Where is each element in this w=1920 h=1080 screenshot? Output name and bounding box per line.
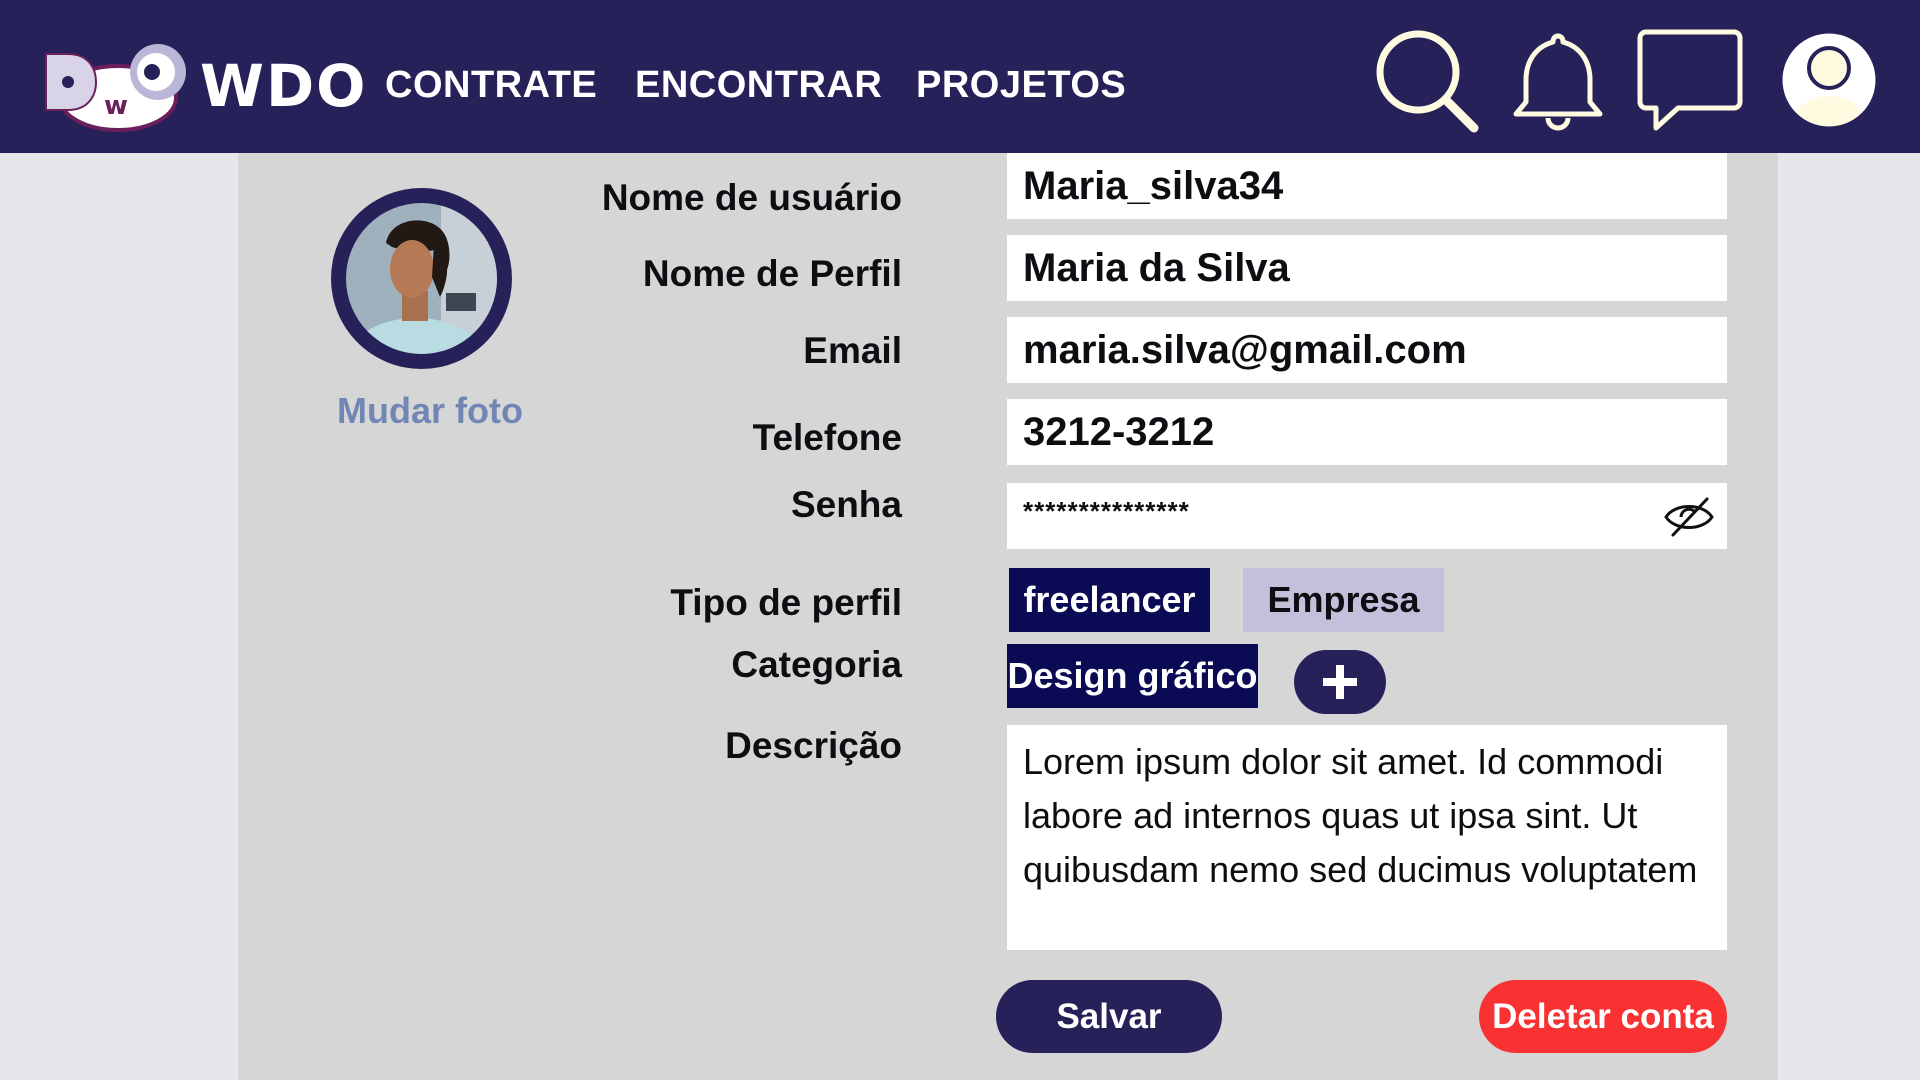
label-category: Categoria [731,644,902,685]
label-phone: Telefone [752,417,902,458]
username-value: Maria_silva34 [1023,164,1284,208]
label-password: Senha [790,484,902,525]
plus-icon [1323,665,1357,699]
change-photo-link[interactable]: Mudar foto [337,390,523,432]
label-profile-name: Nome de Perfil [642,253,902,294]
nav-contrate[interactable]: CONTRATE [385,64,597,107]
label-description: Descrição [725,725,902,766]
label-email: Email [803,330,902,371]
user-icon[interactable] [1777,28,1881,132]
bell-icon[interactable] [1508,28,1608,134]
email-value: maria.silva@gmail.com [1023,328,1467,372]
eye-off-icon[interactable] [1663,495,1715,539]
search-icon[interactable] [1374,28,1480,134]
nav-encontrar[interactable]: ENCONTRAR [635,64,882,107]
profile-type-empresa[interactable]: Empresa [1243,568,1444,632]
profile-name-field[interactable]: Maria da Silva [1007,235,1727,301]
password-value: *************** [1023,496,1190,526]
avatar[interactable] [331,188,512,369]
logo-icon[interactable]: w [40,42,190,132]
category-chip[interactable]: Design gráfico [1007,644,1258,708]
profile-type-freelancer[interactable]: freelancer [1009,568,1210,632]
nav-projetos[interactable]: PROJETOS [916,64,1126,107]
delete-account-button[interactable]: Deletar conta [1479,980,1727,1053]
chat-icon[interactable] [1636,28,1744,134]
description-textarea[interactable]: Lorem ipsum dolor sit amet. Id commodi l… [1007,725,1727,950]
password-field[interactable]: *************** [1007,483,1727,549]
label-profile-type: Tipo de perfil [670,582,902,623]
username-field[interactable]: Maria_silva34 [1007,153,1727,219]
add-category-button[interactable] [1294,650,1386,714]
profile-name-value: Maria da Silva [1023,246,1290,290]
save-button[interactable]: Salvar [996,980,1222,1053]
svg-text:w: w [104,91,128,121]
phone-field[interactable]: 3212-3212 [1007,399,1727,465]
brand-name[interactable]: WDO [200,52,367,120]
top-navbar: w WDO CONTRATE ENCONTRAR PROJETOS [0,0,1920,153]
phone-value: 3212-3212 [1023,410,1215,454]
email-field[interactable]: maria.silva@gmail.com [1007,317,1727,383]
profile-photo [346,203,497,354]
label-username: Nome de usuário [601,177,902,218]
